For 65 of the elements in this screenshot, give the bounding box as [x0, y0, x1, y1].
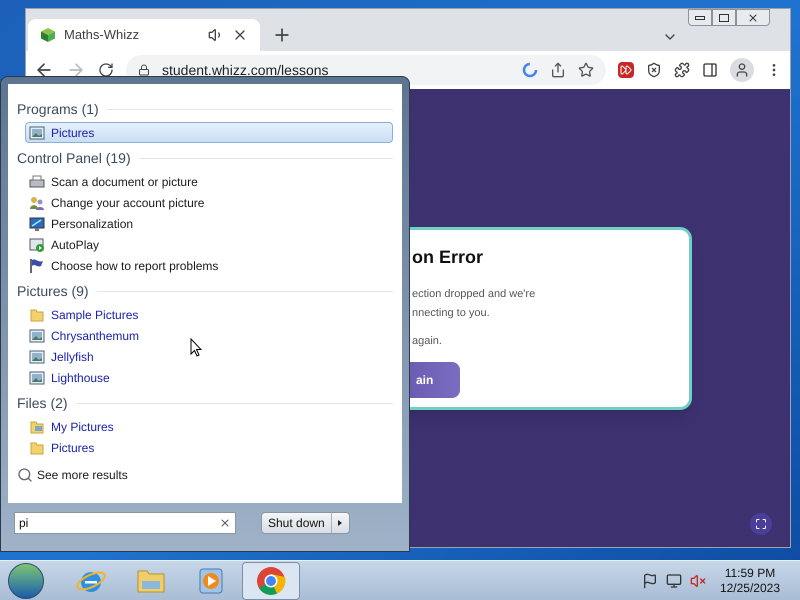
volume-muted-icon[interactable]	[690, 572, 706, 588]
result-item[interactable]: My Pictures	[25, 416, 393, 437]
clear-icon[interactable]	[219, 517, 231, 530]
picture-icon	[29, 124, 45, 140]
start-button[interactable]	[8, 562, 44, 598]
star-icon[interactable]	[578, 62, 594, 78]
message-text: ection dropped and we're	[412, 287, 536, 302]
shield-icon[interactable]	[646, 62, 662, 78]
taskbar-app[interactable]	[242, 562, 300, 600]
search-icon	[17, 467, 33, 483]
result-item[interactable]: Pictures	[25, 437, 393, 458]
result-item[interactable]: Jellyfish	[25, 346, 393, 367]
tab-title: Maths-Whizz	[64, 26, 140, 44]
result-item[interactable]: Lighthouse	[25, 367, 393, 388]
clock[interactable]: 11:59 PM 12/25/2023	[720, 566, 780, 596]
result-item[interactable]: Scan a document or picture	[25, 171, 393, 192]
chrome-icon	[255, 564, 287, 596]
card-title: on Error	[412, 246, 484, 269]
profile-icon[interactable]	[730, 58, 754, 82]
message-text: nnecting to you.	[412, 306, 491, 321]
result-item[interactable]: Chrysanthemum	[25, 325, 393, 346]
result-item[interactable]: AutoPlay	[25, 234, 393, 255]
users-icon	[29, 194, 45, 210]
restore-button[interactable]	[712, 9, 736, 26]
cube-icon	[40, 27, 56, 43]
flag-icon[interactable]	[642, 572, 658, 588]
monitor-icon	[29, 216, 45, 232]
picture-icon	[29, 328, 45, 344]
picture-icon	[29, 370, 45, 386]
note-text: again.	[412, 334, 442, 349]
lock-icon	[138, 64, 150, 76]
picture-icon	[29, 348, 45, 364]
group-heading: Pictures (9)	[17, 282, 89, 301]
see-more-link[interactable]: See more results	[37, 466, 128, 484]
browser-tab[interactable]: Maths-Whizz	[28, 19, 260, 51]
reload-icon[interactable]	[98, 62, 114, 78]
folder-icon	[29, 306, 45, 322]
search-field[interactable]: pi	[14, 512, 236, 534]
result-item[interactable]: Sample Pictures	[25, 304, 393, 325]
autoplay-icon	[29, 236, 45, 252]
result-item[interactable]: Personalization	[25, 213, 393, 234]
scanner-icon	[29, 174, 45, 190]
side-panel-icon[interactable]	[702, 62, 718, 78]
result-item[interactable]: Pictures	[25, 122, 393, 143]
close-button[interactable]	[736, 9, 770, 26]
url-text: student.whizz.com/lessons	[162, 60, 330, 80]
picture-folder-icon	[29, 418, 45, 434]
caret-icon	[336, 519, 344, 528]
minimize-button[interactable]	[688, 9, 712, 26]
puzzle-icon[interactable]	[674, 62, 690, 78]
close-icon	[747, 12, 759, 24]
folder-icon	[29, 440, 45, 456]
fast-forward-icon[interactable]	[618, 62, 634, 78]
share-icon[interactable]	[550, 62, 566, 78]
group-heading: Programs (1)	[17, 100, 99, 119]
network-icon[interactable]	[666, 572, 682, 588]
group-heading: Files (2)	[17, 394, 68, 413]
group-heading: Control Panel (19)	[17, 148, 131, 168]
result-item[interactable]: Choose how to report problems	[25, 255, 393, 276]
result-item[interactable]: Change your account picture	[25, 192, 393, 213]
pointer-icon	[190, 338, 202, 357]
flag-icon	[29, 258, 45, 274]
fullscreen-button[interactable]	[750, 513, 772, 535]
google-icon[interactable]	[522, 62, 538, 78]
fullscreen-icon	[755, 518, 767, 530]
